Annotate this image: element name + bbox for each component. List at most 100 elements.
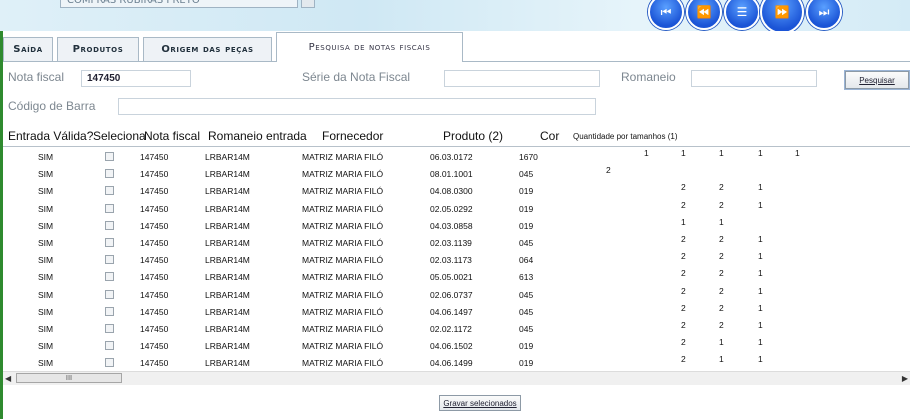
scroll-left-icon[interactable]: ◀ [5, 374, 13, 383]
cell-entrada-valida: SIM [38, 238, 54, 248]
cell-romaneio: LRBAR14M [205, 358, 250, 369]
select-checkbox[interactable] [105, 220, 114, 230]
cell-quantidade-tamanho: 2 [681, 285, 686, 296]
table-row[interactable]: SIM 147450 LRBAR14M MATRIZ MARIA FILÓ 02.03.… [3, 234, 910, 251]
cell-fornecedor: MATRIZ MARIA FILÓ [302, 341, 384, 352]
table-row[interactable]: SIM 147450 LRBAR14M MATRIZ MARIA FILÓ 02.05.… [3, 200, 910, 217]
cell-nota-fiscal: 147450 [140, 203, 169, 214]
cell-cor: 045 [519, 169, 534, 180]
column-header-seleciona[interactable]: Seleciona [93, 129, 146, 143]
cell-romaneio: LRBAR14M [205, 306, 250, 317]
play-icon[interactable]: ⏩ [760, 0, 804, 31]
column-header-nota-fiscal[interactable]: Nota fiscal [144, 129, 200, 143]
cell-entrada-valida: SIM [38, 169, 54, 180]
cell-entrada-valida: SIM [38, 324, 54, 334]
cell-cor: 045 [519, 306, 534, 317]
cell-quantidade-tamanho: 1 [719, 337, 724, 348]
cell-quantidade-tamanho: 2 [719, 320, 724, 330]
cell-romaneio: LRBAR14M [205, 169, 250, 180]
table-row[interactable]: SIM 147450 LRBAR14M MATRIZ MARIA FILÓ 04.06.… [3, 337, 910, 354]
select-checkbox[interactable] [105, 289, 114, 299]
cell-fornecedor: MATRIZ MARIA FILÓ [302, 238, 384, 248]
cell-quantidade-tamanho: 1 [681, 148, 686, 158]
romaneio-input[interactable] [691, 70, 817, 87]
select-checkbox[interactable] [105, 186, 114, 196]
table-row[interactable]: SIM 147450 LRBAR14M MATRIZ MARIA FILÓ 04.06.… [3, 303, 910, 320]
cell-cor: 045 [519, 289, 534, 300]
tab-origem-das-pecas[interactable]: Origem das peças [143, 37, 272, 61]
cell-fornecedor: MATRIZ MARIA FILÓ [302, 255, 384, 266]
romaneio-label: Romaneio [621, 70, 676, 84]
table-row[interactable]: SIM 147450 LRBAR14M MATRIZ MARIA FILÓ 02.03.… [3, 251, 910, 268]
column-header-quantidade[interactable]: Quantidade por tamanhos (1) [573, 132, 678, 141]
cell-fornecedor: MATRIZ MARIA FILÓ [302, 203, 384, 214]
column-header-romaneio-entrada[interactable]: Romaneio entrada [208, 129, 307, 143]
cell-produto: 06.03.0172 [430, 152, 473, 162]
nota-fiscal-input[interactable]: 147450 [81, 70, 191, 87]
select-checkbox[interactable] [105, 341, 114, 351]
horizontal-scrollbar[interactable]: ◀ III ▶ [3, 371, 910, 385]
cell-quantidade-tamanho: 2 [719, 199, 724, 210]
table-row[interactable]: SIM 147450 LRBAR14M MATRIZ MARIA FILÓ 04.03.… [3, 217, 910, 234]
cell-quantidade-tamanho: 1 [719, 216, 724, 227]
select-checkbox[interactable] [105, 169, 114, 179]
cell-nota-fiscal: 147450 [140, 169, 169, 180]
combo-dropdown-button[interactable] [301, 0, 315, 8]
menu-icon[interactable]: ☰ [724, 0, 760, 30]
serie-label: Série da Nota Fiscal [302, 70, 411, 84]
cell-nota-fiscal: 147450 [140, 255, 169, 266]
table-row[interactable]: SIM 147450 LRBAR14M MATRIZ MARIA FILÓ 04.06.… [3, 354, 910, 371]
cell-nota-fiscal: 147450 [140, 306, 169, 317]
scrollbar-thumb[interactable]: III [16, 373, 122, 383]
table-row[interactable]: SIM 147450 LRBAR14M MATRIZ MARIA FILÓ 04.08.… [3, 182, 910, 199]
select-checkbox[interactable] [105, 238, 114, 247]
tab-saida[interactable]: Saída [3, 37, 53, 61]
cell-produto: 08.01.1001 [430, 169, 473, 180]
last-icon[interactable]: ⏭ [806, 0, 842, 30]
results-table: Entrada Válida? Seleciona Nota fiscal Ro… [3, 123, 910, 385]
column-header-fornecedor[interactable]: Fornecedor [322, 129, 383, 143]
select-checkbox[interactable] [105, 306, 114, 316]
tab-pesquisa-notas-fiscais[interactable]: Pesquisa de notas fiscais [276, 32, 463, 62]
cell-fornecedor: MATRIZ MARIA FILÓ [302, 358, 384, 369]
cell-romaneio: LRBAR14M [205, 272, 250, 283]
select-checkbox[interactable] [105, 358, 114, 368]
table-row[interactable]: SIM 147450 LRBAR14M MATRIZ MARIA FILÓ 06.03.… [3, 148, 910, 165]
serie-input[interactable] [444, 70, 600, 87]
cell-quantidade-tamanho: 1 [758, 182, 763, 193]
table-row[interactable]: SIM 147450 LRBAR14M MATRIZ MARIA FILÓ 02.02.… [3, 320, 910, 337]
cell-fornecedor: MATRIZ MARIA FILÓ [302, 289, 384, 300]
cell-nota-fiscal: 147450 [140, 289, 169, 300]
first-icon[interactable]: ⏮ [648, 0, 684, 30]
table-row[interactable]: SIM 147450 LRBAR14M MATRIZ MARIA FILÓ 05.05.… [3, 268, 910, 285]
gravar-selecionados-button[interactable]: Gravar selecionados [439, 395, 521, 411]
cell-romaneio: LRBAR14M [205, 255, 250, 266]
select-checkbox[interactable] [105, 324, 114, 333]
cell-quantidade-tamanho: 2 [719, 182, 724, 193]
cell-quantidade-tamanho: 1 [758, 302, 763, 313]
cell-quantidade-tamanho: 1 [681, 216, 686, 227]
scroll-right-icon[interactable]: ▶ [900, 374, 908, 383]
codigo-barra-input[interactable] [118, 98, 596, 115]
cell-quantidade-tamanho: 2 [606, 165, 611, 176]
pesquisar-button[interactable]: Pesquisar [844, 70, 910, 90]
table-row[interactable]: SIM 147450 LRBAR14M MATRIZ MARIA FILÓ 08.01.… [3, 165, 910, 182]
cell-entrada-valida: SIM [38, 289, 54, 300]
select-checkbox[interactable] [105, 203, 114, 213]
column-header-produto[interactable]: Produto (2) [443, 129, 503, 143]
select-checkbox[interactable] [105, 272, 114, 282]
column-header-entrada-valida[interactable]: Entrada Válida? [8, 129, 93, 143]
cell-quantidade-tamanho: 2 [681, 320, 686, 330]
cell-produto: 02.03.1173 [430, 255, 472, 266]
profile-combo[interactable]: COMPRAS RUBIRAS PRETO [60, 0, 298, 8]
cell-quantidade-tamanho: 2 [681, 234, 686, 244]
select-checkbox[interactable] [105, 152, 114, 161]
column-header-cor[interactable]: Cor [540, 129, 559, 143]
select-checkbox[interactable] [105, 255, 114, 265]
cell-quantidade-tamanho: 1 [795, 148, 800, 158]
cell-cor: 019 [519, 203, 534, 214]
tab-produtos[interactable]: Produtos [57, 37, 139, 61]
table-row[interactable]: SIM 147450 LRBAR14M MATRIZ MARIA FILÓ 02.06.… [3, 286, 910, 303]
cell-nota-fiscal: 147450 [140, 324, 169, 334]
previous-icon[interactable]: ⏪ [686, 0, 722, 30]
